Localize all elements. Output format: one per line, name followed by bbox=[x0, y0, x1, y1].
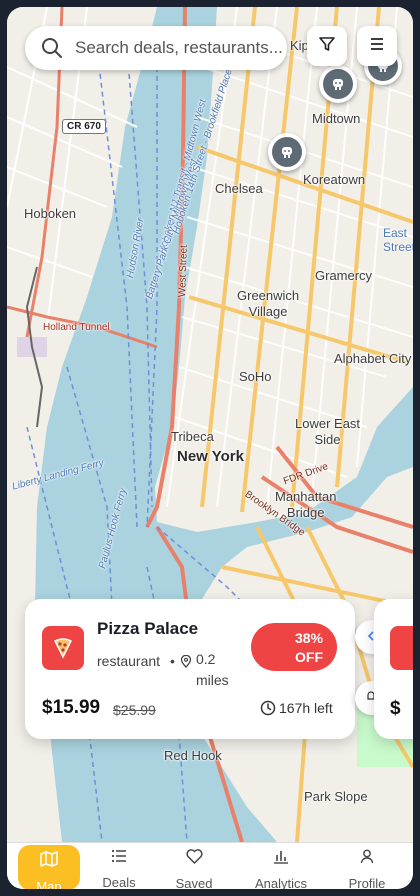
nav-map-label: Map bbox=[36, 879, 62, 889]
nav-saved-label: Saved bbox=[175, 876, 213, 889]
deal-price-next: $ bbox=[390, 698, 401, 719]
location-pin-icon bbox=[180, 654, 192, 673]
map-icon bbox=[40, 851, 58, 867]
bottom-nav: Map Deals Saved Analytics Profile bbox=[7, 842, 413, 889]
discount-percent: 38% bbox=[294, 630, 323, 646]
nav-profile[interactable]: Profile bbox=[336, 843, 398, 889]
map-label-chelsea: Chelsea bbox=[215, 181, 263, 196]
search-input[interactable] bbox=[73, 37, 287, 59]
restaurant-logo bbox=[390, 626, 413, 670]
route-shield-cr670: CR 670 bbox=[62, 119, 106, 134]
nav-saved[interactable]: Saved bbox=[163, 843, 225, 889]
filter-icon bbox=[318, 35, 336, 58]
bar-chart-icon bbox=[273, 849, 289, 864]
heart-icon bbox=[185, 849, 203, 864]
map-label-greenwich-village: Greenwich Village bbox=[237, 288, 300, 319]
nav-deals-label: Deals bbox=[102, 875, 136, 889]
map-label-east: East bbox=[383, 226, 408, 240]
list-icon bbox=[111, 849, 127, 863]
nav-analytics-label: Analytics bbox=[254, 876, 308, 889]
map-label-koreatown: Koreatown bbox=[303, 172, 366, 187]
restaurant-pin-icon bbox=[272, 137, 302, 167]
map-label-street: Street bbox=[383, 240, 413, 254]
search-bar[interactable] bbox=[25, 26, 287, 70]
nav-profile-label: Profile bbox=[348, 876, 386, 889]
map-label-lower-east-side: Lower East Side bbox=[295, 416, 361, 447]
original-price: $25.99 bbox=[113, 702, 156, 718]
user-icon bbox=[360, 849, 374, 864]
map-label-gramercy: Gramercy bbox=[315, 268, 373, 283]
nav-deals[interactable]: Deals bbox=[88, 843, 150, 889]
nav-analytics[interactable]: Analytics bbox=[248, 843, 314, 889]
restaurant-category: restaurant bbox=[97, 653, 161, 669]
map-label-west-street: West Street bbox=[177, 244, 190, 298]
restaurant-name: Pizza Palace bbox=[97, 619, 199, 638]
deal-card-next[interactable]: $ bbox=[374, 599, 413, 739]
map-label-alphabet-city: Alphabet City bbox=[334, 351, 412, 366]
app-frame: Midtown Koreatown Chelsea Hoboken Gramer… bbox=[7, 7, 413, 889]
restaurant-distance: 0.2 miles bbox=[196, 651, 229, 688]
map-label-kips: Kip bbox=[290, 38, 309, 53]
deal-card[interactable]: Pizza Palace restaurant • 0.2 miles 38% … bbox=[25, 599, 355, 739]
deal-price: $15.99 bbox=[42, 697, 101, 718]
map-label-holland-tunnel: Holland Tunnel bbox=[43, 322, 110, 333]
map-label-hoboken: Hoboken bbox=[24, 206, 77, 221]
restaurant-pin-icon bbox=[323, 69, 353, 99]
map-label-midtown: Midtown bbox=[312, 111, 361, 126]
restaurant-pin[interactable] bbox=[319, 65, 357, 103]
clock-icon bbox=[260, 700, 276, 721]
menu-button[interactable] bbox=[357, 26, 397, 66]
time-left: 167h left bbox=[279, 700, 333, 716]
separator: • bbox=[170, 653, 175, 669]
restaurant-pin[interactable] bbox=[268, 133, 306, 171]
menu-icon bbox=[369, 37, 385, 56]
map-label-park-slope: Park Slope bbox=[304, 789, 368, 804]
map-label-soho: SoHo bbox=[239, 369, 272, 384]
map-label-new-york: New York bbox=[177, 448, 244, 465]
search-icon bbox=[41, 37, 63, 59]
discount-badge: 38% OFF bbox=[251, 623, 337, 671]
pizza-icon bbox=[42, 626, 84, 670]
filter-button[interactable] bbox=[307, 26, 347, 66]
map-label-tribeca: Tribeca bbox=[171, 429, 214, 444]
discount-off: OFF bbox=[295, 649, 323, 665]
nav-map[interactable]: Map bbox=[18, 845, 80, 889]
map-label-red-hook: Red Hook bbox=[164, 748, 222, 763]
